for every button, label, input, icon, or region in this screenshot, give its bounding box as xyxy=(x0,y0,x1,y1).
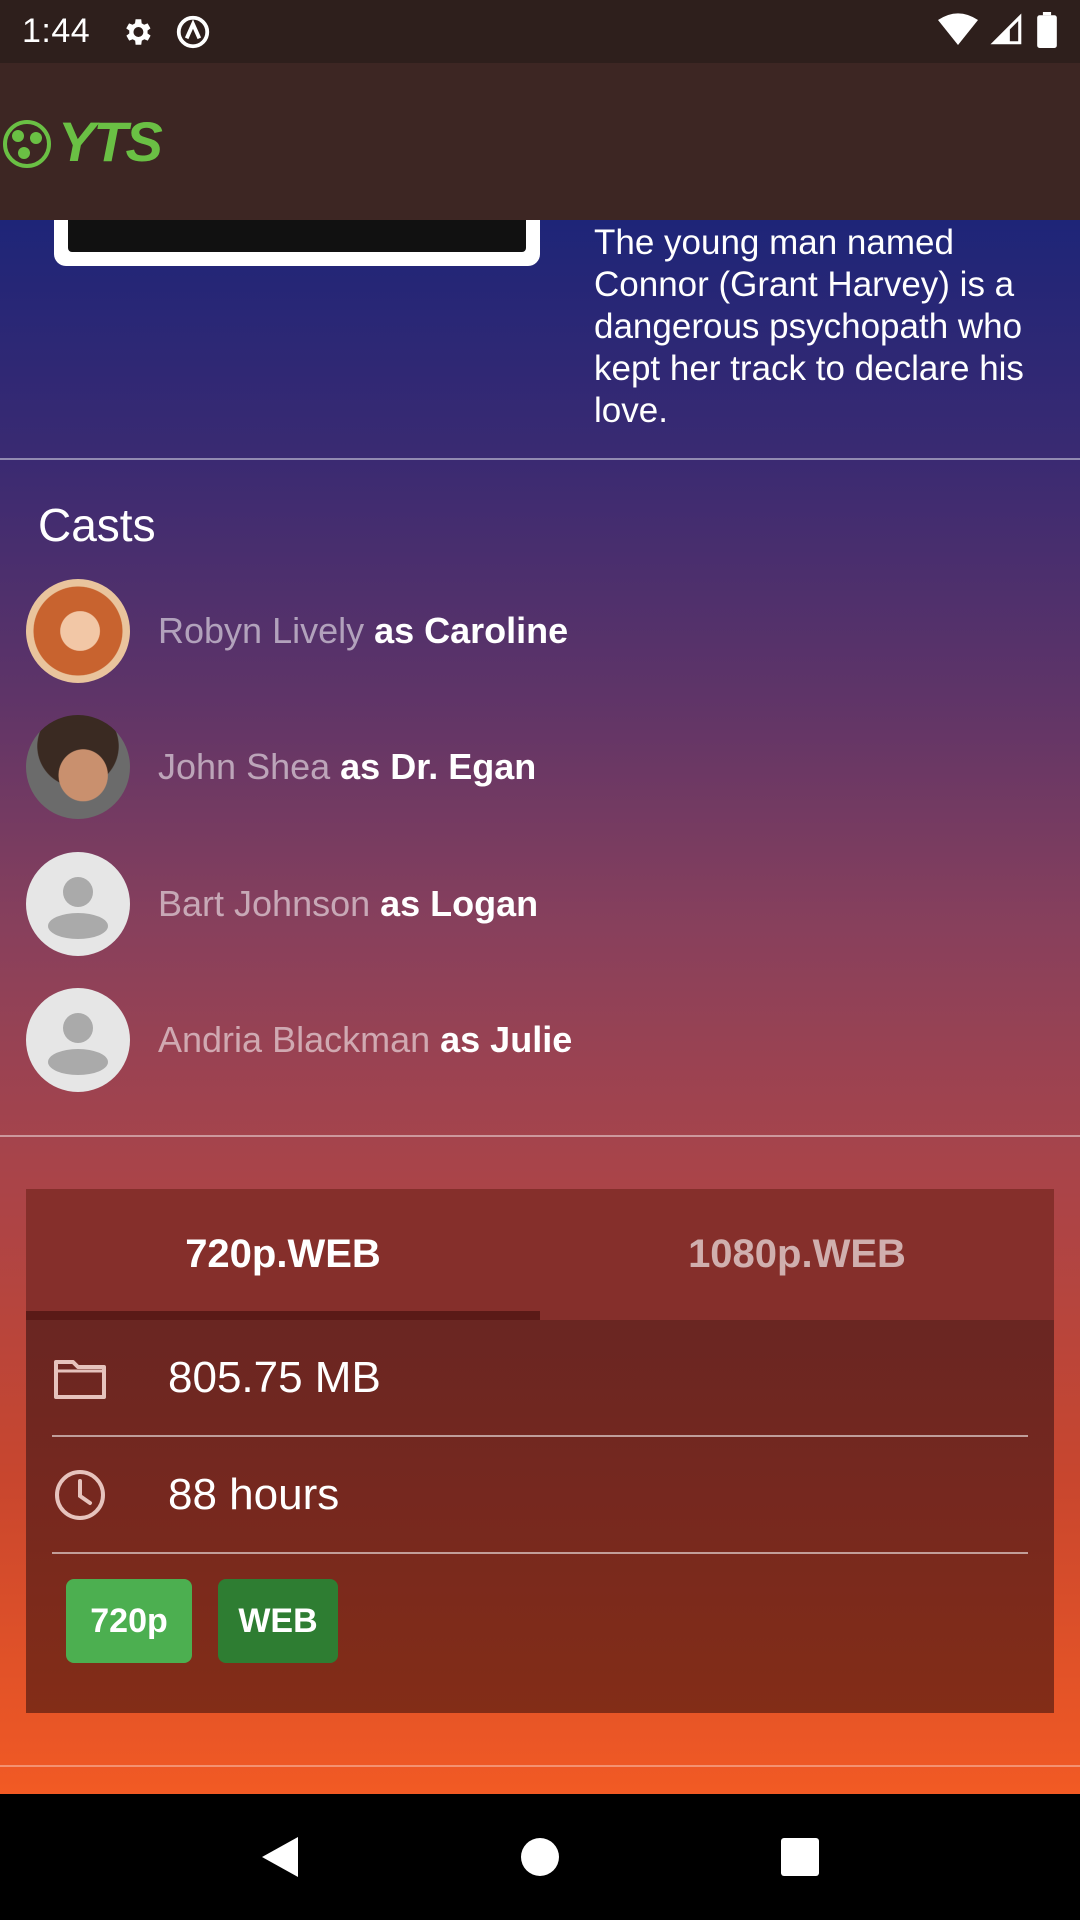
system-nav-bar xyxy=(0,1794,1080,1920)
file-size-value: 805.75 MB xyxy=(168,1352,381,1402)
back-icon[interactable] xyxy=(240,1817,320,1897)
section-divider xyxy=(0,458,1080,460)
quality-tabs: 720p.WEB 1080p.WEB xyxy=(26,1189,1054,1320)
casts-heading: Casts xyxy=(38,499,156,551)
cast-item[interactable]: Bart Johnson as Logan xyxy=(26,851,538,957)
cast-role: as Julie xyxy=(440,1019,573,1060)
yts-logo[interactable]: YTS xyxy=(0,92,163,192)
avatar xyxy=(26,579,130,683)
folder-icon xyxy=(52,1350,108,1406)
wifi-icon xyxy=(938,12,978,51)
clock-icon xyxy=(52,1467,108,1523)
cast-item[interactable]: Andria Blackman as Julie xyxy=(26,987,572,1093)
file-size-row: 805.75 MB xyxy=(52,1320,1028,1435)
cast-actor-name: Andria Blackman xyxy=(158,1019,431,1060)
status-bar: 1:44 xyxy=(0,0,1080,63)
gear-icon xyxy=(120,15,154,49)
cast-role: as Logan xyxy=(380,883,539,924)
section-divider xyxy=(0,1135,1080,1137)
app-bar: YTS xyxy=(0,63,1080,220)
cast-role: as Caroline xyxy=(374,610,569,651)
section-divider xyxy=(0,1765,1080,1767)
torrent-card: 720p.WEB 1080p.WEB 805.75 MB 88 hours 72… xyxy=(26,1189,1054,1713)
duration-row: 88 hours xyxy=(52,1437,1028,1552)
movie-poster xyxy=(54,220,540,266)
home-icon[interactable] xyxy=(500,1817,580,1897)
logo-text: YTS xyxy=(58,110,163,173)
cast-actor-name: Robyn Lively xyxy=(158,610,365,651)
synopsis-text: The young man named Connor (Grant Harvey… xyxy=(594,223,1024,430)
person-placeholder-icon xyxy=(26,852,130,956)
tab-720p-web[interactable]: 720p.WEB xyxy=(26,1189,540,1320)
battery-icon xyxy=(1036,11,1058,52)
badge-720p: 720p xyxy=(66,1579,192,1663)
cast-item[interactable]: John Shea as Dr. Egan xyxy=(26,714,536,820)
film-reel-icon xyxy=(3,119,51,168)
cast-actor-name: Bart Johnson xyxy=(158,883,371,924)
movie-details[interactable]: The young man named Connor (Grant Harvey… xyxy=(0,220,1080,1794)
signal-icon xyxy=(990,12,1024,51)
duration-value: 88 hours xyxy=(168,1469,340,1519)
recents-icon[interactable] xyxy=(760,1817,840,1897)
tab-1080p-web[interactable]: 1080p.WEB xyxy=(540,1189,1054,1320)
cast-role: as Dr. Egan xyxy=(340,746,537,787)
circle-a-icon xyxy=(174,13,212,51)
row-divider xyxy=(52,1552,1028,1554)
person-placeholder-icon xyxy=(26,988,130,1092)
cast-item[interactable]: Robyn Lively as Caroline xyxy=(26,578,568,684)
badge-web: WEB xyxy=(218,1579,338,1663)
cast-actor-name: John Shea xyxy=(158,746,331,787)
avatar xyxy=(26,715,130,819)
status-time: 1:44 xyxy=(22,12,91,50)
